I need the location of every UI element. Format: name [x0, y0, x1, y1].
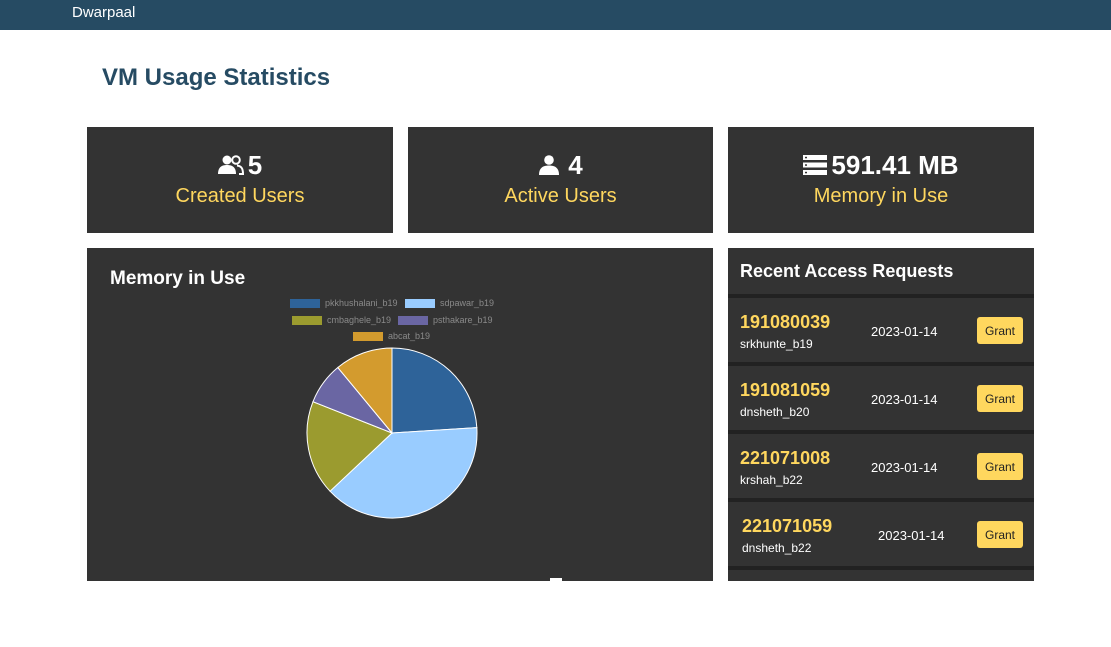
pie-slice-pkkhushalani_b19[interactable]	[391, 347, 478, 434]
access-requests-header: Recent Access Requests	[728, 248, 1034, 294]
request-date: 2023-01-14	[871, 324, 938, 339]
grant-button[interactable]: Grant	[977, 521, 1023, 548]
navbar: Dwarpaal	[0, 0, 1111, 30]
server-icon	[803, 155, 828, 175]
active-users-count: 4	[568, 149, 583, 180]
stat-card-memory: 591.41 MB Memory in Use	[728, 127, 1034, 233]
grant-button[interactable]: Grant	[977, 453, 1023, 480]
access-requests-title: Recent Access Requests	[740, 261, 954, 281]
page-title: VM Usage Statistics	[102, 64, 331, 91]
grant-button[interactable]: Grant	[977, 317, 1023, 344]
stat-card-active-users: 4 Active Users	[408, 127, 713, 233]
users-icon	[217, 155, 244, 175]
request-user: srkhunte_b19	[740, 337, 813, 351]
memory-chart-panel: Memory in Use pkkhushalani_b19 sdpawar_b…	[87, 248, 713, 581]
request-row-partial	[728, 570, 1034, 581]
access-requests-panel: Recent Access Requests 191080039 srkhunt…	[728, 248, 1034, 581]
request-date: 2023-01-14	[878, 528, 945, 543]
request-id: 221071008	[740, 448, 831, 468]
active-users-label: Active Users	[504, 185, 617, 207]
request-row: 221071059 dnsheth_b22 2023-01-14 Grant	[728, 502, 1034, 566]
stat-value-row: 4	[408, 149, 713, 181]
memory-value: 591.41 MB	[831, 149, 959, 180]
stat-card-created-users: 5 Created Users	[87, 127, 393, 233]
user-icon	[539, 155, 560, 175]
request-row: 191080039 srkhunte_b19 2023-01-14 Grant	[728, 298, 1034, 362]
request-id: 191081059	[740, 380, 831, 400]
grant-button[interactable]: Grant	[977, 385, 1023, 412]
request-row: 191081059 dnsheth_b20 2023-01-14 Grant	[728, 366, 1034, 430]
pie-chart	[306, 347, 478, 519]
request-id: 191080039	[740, 312, 831, 332]
request-user: dnsheth_b22	[742, 541, 812, 555]
request-row: 221071008 krshah_b22 2023-01-14 Grant	[728, 434, 1034, 498]
request-user: dnsheth_b20	[740, 405, 810, 419]
request-date: 2023-01-14	[871, 392, 938, 407]
request-date: 2023-01-14	[871, 460, 938, 475]
request-user: krshah_b22	[740, 473, 803, 487]
scroll-indicator	[550, 578, 562, 581]
memory-label: Memory in Use	[813, 185, 949, 207]
stat-value-row: 5	[87, 149, 393, 181]
created-users-count: 5	[247, 149, 263, 180]
created-users-label: Created Users	[175, 185, 305, 207]
stat-value-row: 591.41 MB	[728, 149, 1034, 181]
brand-link[interactable]: Dwarpaal	[72, 4, 135, 21]
request-id: 221071059	[742, 516, 833, 536]
